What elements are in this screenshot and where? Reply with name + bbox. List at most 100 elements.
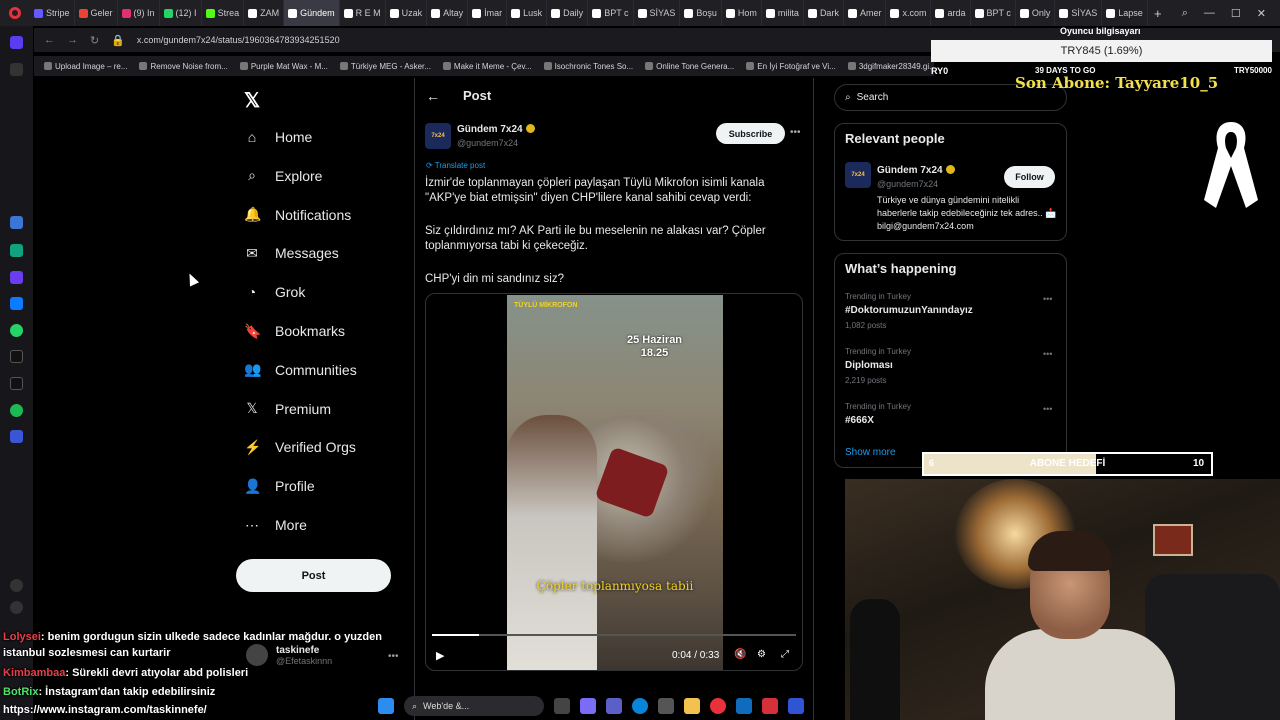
url-field[interactable]: x.com/gundem7x24/status/1960364783934251…	[137, 35, 340, 45]
browser-tab[interactable]: Boşu	[680, 0, 722, 26]
whatsapp-sidebar-icon[interactable]	[10, 324, 23, 337]
browser-tab[interactable]: ZAM	[244, 0, 285, 26]
trend-name[interactable]: #666X	[845, 415, 874, 426]
heart-sidebar-icon[interactable]	[10, 579, 23, 592]
back-arrow-icon[interactable]: ←	[426, 88, 440, 104]
bookmark-item[interactable]: Isochronic Tones So...	[543, 62, 633, 71]
nav-item-messages[interactable]: ✉ Messages	[244, 240, 339, 266]
show-more-link[interactable]: Show more	[845, 447, 896, 458]
browser-tab[interactable]: Dark	[804, 0, 844, 26]
browser-tab[interactable]: arda	[931, 0, 971, 26]
bookmark-item[interactable]: Türkiye MEG - Asker...	[339, 62, 431, 71]
relevant-person-handle[interactable]: @gundem7x24	[877, 179, 938, 189]
browser-tab[interactable]: BPT c	[588, 0, 634, 26]
browser-tab[interactable]: R E M	[340, 0, 386, 26]
aria-sidebar-icon[interactable]	[10, 216, 23, 229]
bookmark-item[interactable]: Remove Noise from...	[139, 62, 228, 71]
nav-item-more[interactable]: ⋯ More	[244, 512, 307, 538]
nav-item-profile[interactable]: 👤 Profile	[244, 473, 315, 499]
translate-post-link[interactable]: ⟳ Translate post	[426, 161, 485, 170]
history-sidebar-icon[interactable]	[10, 601, 23, 614]
account-more-icon[interactable]: •••	[388, 651, 399, 662]
l-app-icon[interactable]	[788, 698, 804, 714]
author-avatar[interactable]: 7x24	[425, 123, 451, 149]
outlook-icon[interactable]	[736, 698, 752, 714]
subscribe-button[interactable]: Subscribe	[716, 123, 785, 144]
messenger-sidebar-icon[interactable]	[10, 297, 23, 310]
browser-tab[interactable]: Lusk	[507, 0, 548, 26]
relevant-person-name[interactable]: Gündem 7x24	[877, 165, 955, 176]
trend-more-icon[interactable]: •••	[1043, 404, 1052, 414]
taskbar-search[interactable]: ⌕ Web'de &...	[404, 696, 544, 716]
bookmark-item[interactable]: Purple Mat Wax - M...	[239, 62, 328, 71]
video-progress-bar[interactable]	[432, 634, 796, 636]
nav-item-communities[interactable]: 👥 Communities	[244, 357, 357, 383]
browser-tab[interactable]: (9) In	[118, 0, 160, 26]
browser-tab[interactable]: milita	[762, 0, 804, 26]
chatgpt-sidebar-icon[interactable]	[10, 244, 23, 257]
back-nav-icon[interactable]: ←	[44, 34, 55, 46]
start-menu-icon[interactable]	[378, 698, 394, 714]
player-sidebar-icon[interactable]	[10, 430, 23, 443]
account-switcher[interactable]: taskinefe @Efetaskinnn	[246, 644, 332, 666]
browser-tab[interactable]: BPT c	[971, 0, 1016, 26]
nav-item-verified-orgs[interactable]: ⚡ Verified Orgs	[244, 434, 356, 460]
bookmark-item[interactable]: Make it Meme - Çev...	[442, 62, 532, 71]
author-name[interactable]: Gündem 7x24	[457, 124, 535, 135]
browser-tab[interactable]: x.com	[886, 0, 932, 26]
minimize-icon[interactable]: —	[1204, 7, 1215, 20]
opera-taskbar-icon[interactable]	[710, 698, 726, 714]
spotify-sidebar-icon[interactable]	[10, 404, 23, 417]
nav-item-notifications[interactable]: 🔔 Notifications	[244, 202, 351, 228]
browser-tab[interactable]: Gündem	[284, 0, 340, 26]
browser-tab[interactable]: (12) I	[160, 0, 202, 26]
task-view-icon[interactable]	[554, 698, 570, 714]
trend-name[interactable]: Diploması	[845, 360, 893, 371]
browser-tab[interactable]: Geler	[75, 0, 118, 26]
browser-tab[interactable]: Uzak	[386, 0, 428, 26]
bookmark-item[interactable]: 3dgifmaker28349.gi...	[847, 62, 934, 71]
search-tabs-icon[interactable]: ⌕	[1182, 7, 1188, 20]
nav-item-bookmarks[interactable]: 🔖 Bookmarks	[244, 318, 345, 344]
play-icon[interactable]: ▶	[436, 649, 444, 662]
wps-icon[interactable]	[762, 698, 778, 714]
nav-item-explore[interactable]: ⌕ Explore	[244, 163, 322, 189]
opera-logo-icon[interactable]	[0, 0, 30, 26]
browser-tab[interactable]: Hom	[722, 0, 762, 26]
browser-tab[interactable]: SİYAS	[634, 0, 681, 26]
file-explorer-icon[interactable]	[684, 698, 700, 714]
store-icon[interactable]	[658, 698, 674, 714]
bookmark-item[interactable]: Online Tone Genera...	[645, 62, 734, 71]
follow-button[interactable]: Follow	[1004, 166, 1055, 188]
author-handle[interactable]: @gundem7x24	[457, 138, 518, 148]
browser-tab[interactable]: Amer	[844, 0, 887, 26]
tiktok-sidebar-icon[interactable]	[10, 350, 23, 363]
home-sidebar-icon[interactable]	[10, 36, 23, 49]
nav-item-home[interactable]: ⌂ Home	[244, 124, 313, 150]
browser-tab[interactable]: SİYAS	[1055, 0, 1103, 26]
browser-tab[interactable]: İmar	[468, 0, 508, 26]
trend-name[interactable]: #DoktorumuzunYanındayız	[845, 305, 973, 316]
browser-tab[interactable]: Only	[1016, 0, 1056, 26]
cs-sidebar-icon[interactable]	[10, 271, 23, 284]
bookmark-item[interactable]: En İyi Fotoğraf ve Vi...	[746, 62, 836, 71]
reload-icon[interactable]: ↻	[90, 34, 99, 47]
mute-icon[interactable]: 🔇	[734, 649, 746, 660]
fullscreen-icon[interactable]: ⤢	[781, 649, 789, 660]
x-logo-icon[interactable]: 𝕏	[244, 88, 260, 113]
bookmark-item[interactable]: Upload Image – re...	[44, 62, 127, 71]
compose-post-button[interactable]: Post	[236, 559, 391, 592]
settings-gear-icon[interactable]: ⚙	[757, 649, 766, 660]
browser-tab[interactable]: Daily	[547, 0, 589, 26]
relevant-person-avatar[interactable]: 7x24	[845, 162, 871, 188]
browser-tab[interactable]: Lapse	[1102, 0, 1148, 26]
new-tab-button[interactable]: +	[1148, 6, 1168, 21]
browser-tab[interactable]: Stripe	[30, 0, 75, 26]
bookmark-sidebar-icon[interactable]	[10, 63, 23, 76]
forward-nav-icon[interactable]: →	[67, 34, 78, 46]
close-window-icon[interactable]: ✕	[1257, 7, 1266, 20]
browser-tab[interactable]: Altay	[427, 0, 469, 26]
post-more-icon[interactable]: •••	[790, 127, 801, 138]
x-sidebar-icon[interactable]	[10, 377, 23, 390]
trend-more-icon[interactable]: •••	[1043, 349, 1052, 359]
